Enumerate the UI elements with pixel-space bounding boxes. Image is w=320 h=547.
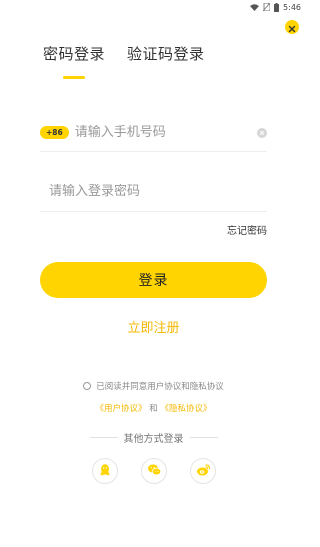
agreement-row: 已阅读并同意用户协议和隐私协议 [0, 380, 307, 392]
qq-login-button[interactable] [92, 458, 118, 484]
no-sim-icon [263, 3, 271, 11]
agree-checkbox[interactable] [83, 382, 92, 390]
divider-line-right [189, 437, 218, 438]
register-link[interactable]: 立即注册 [0, 317, 307, 336]
phone-input[interactable] [74, 125, 253, 140]
user-agreement-link[interactable]: 《用户协议》 [96, 404, 147, 414]
agreement-links: 《用户协议》 和 《隐私协议》 [0, 402, 307, 414]
weibo-icon [196, 462, 211, 481]
close-icon [288, 18, 296, 37]
other-login-title: 其他方式登录 [123, 434, 184, 445]
password-field [40, 172, 267, 212]
qq-icon [98, 462, 112, 481]
privacy-agreement-link[interactable]: 《隐私协议》 [160, 404, 211, 414]
wechat-icon [147, 462, 162, 481]
forgot-password-link[interactable]: 忘记密码 [227, 222, 267, 237]
agreement-and: 和 [149, 404, 158, 414]
status-bar: 5:46 [0, 0, 307, 14]
wifi-icon [250, 3, 260, 11]
weibo-login-button[interactable] [190, 458, 216, 484]
other-login-divider: 其他方式登录 [0, 430, 307, 445]
divider-line-left [89, 437, 118, 438]
close-button[interactable] [285, 20, 299, 34]
login-tabs: 密码登录 验证码登录 [43, 43, 205, 64]
status-time: 5:46 [283, 2, 301, 12]
agreement-text: 已阅读并同意用户协议和隐私协议 [96, 382, 224, 392]
tab-code-login[interactable]: 验证码登录 [127, 43, 205, 64]
login-button[interactable]: 登录 [40, 262, 267, 298]
phone-field: +86 [40, 114, 267, 152]
wechat-login-button[interactable] [141, 458, 167, 484]
country-code-badge[interactable]: +86 [40, 126, 69, 139]
clear-icon[interactable] [257, 127, 267, 138]
password-input[interactable] [40, 184, 267, 199]
battery-icon [274, 2, 280, 12]
social-login-row [92, 458, 216, 484]
tab-password-login[interactable]: 密码登录 [43, 43, 105, 64]
